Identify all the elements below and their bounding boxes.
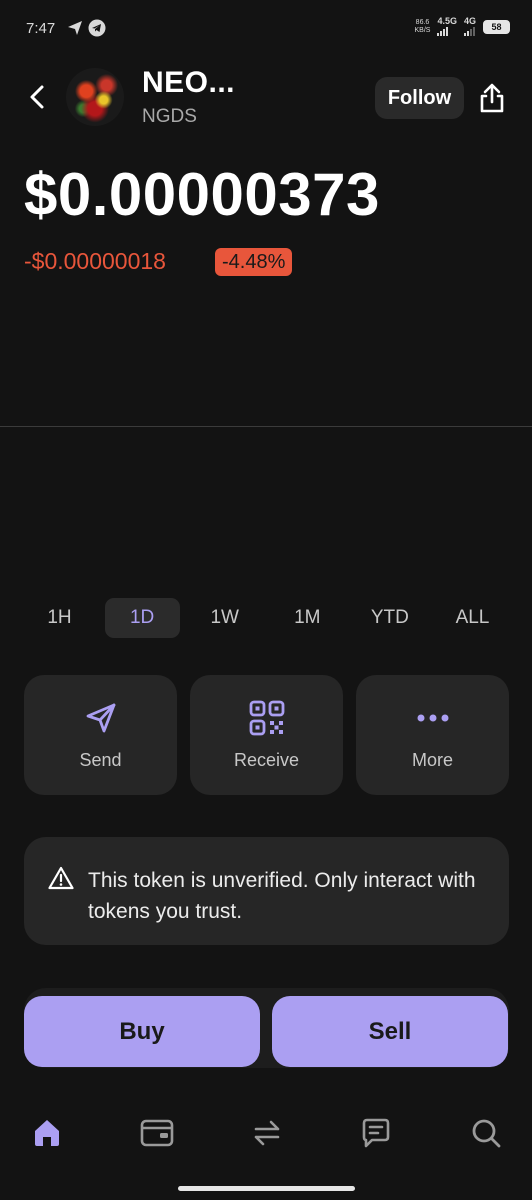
battery-icon: 58 [483,19,510,34]
telegram-icon [88,19,106,37]
send-button[interactable]: Send [24,675,177,795]
follow-button[interactable]: Follow [375,77,464,119]
warning-icon [48,866,74,890]
token-avatar [66,68,124,126]
more-dots-icon [415,700,451,736]
chat-icon [362,1118,390,1148]
send-icon [83,700,119,736]
tab-ytd[interactable]: YTD [352,598,427,638]
tab-all[interactable]: ALL [435,598,510,638]
tab-1w[interactable]: 1W [187,598,262,638]
swap-icon [254,1120,279,1146]
signal-icon [463,26,476,36]
sell-button[interactable]: Sell [272,996,508,1067]
network-1: 4.5G [437,17,457,36]
location-arrow-icon [68,21,82,35]
price-change: -$0.00000018 [24,248,166,274]
buy-button[interactable]: Buy [24,996,260,1067]
nav-swap[interactable] [244,1110,290,1156]
unverified-token-warning: This token is unverified. Only interact … [24,837,509,945]
action-buttons: Send Receive More [24,675,509,795]
signal-icon [437,26,457,36]
tab-1h[interactable]: 1H [22,598,97,638]
time-range-tabs: 1H 1D 1W 1M YTD ALL [22,598,510,640]
token-price: $0.00000373 [24,161,380,228]
bottom-nav [24,1110,509,1156]
qr-code-icon [249,700,285,736]
receive-button[interactable]: Receive [190,675,343,795]
wallet-icon [140,1119,174,1147]
status-indicators: 86.6 KB/S 4.5G 4G 58 [415,17,510,36]
share-button[interactable] [476,80,508,116]
tab-1m[interactable]: 1M [270,598,345,638]
token-name: NEO... [142,66,236,99]
warning-text: This token is unverified. Only interact … [88,869,476,923]
back-button[interactable] [22,80,52,114]
search-icon [472,1119,501,1148]
nav-wallet[interactable] [134,1110,180,1156]
network-2: 4G [463,17,476,36]
token-symbol: NGDS [142,106,197,127]
more-button[interactable]: More [356,675,509,795]
network-speed: 86.6 KB/S [414,18,431,34]
share-icon [480,83,504,113]
nav-search[interactable] [463,1110,509,1156]
home-indicator [178,1186,355,1191]
nav-home[interactable] [24,1110,70,1156]
nav-chat[interactable] [353,1110,399,1156]
chevron-left-icon [30,85,44,109]
status-time: 7:47 [26,20,56,37]
chart-baseline [0,426,532,427]
home-icon [35,1120,59,1146]
price-change-percent-badge: -4.48% [215,248,293,276]
more-label: More [411,749,453,770]
tab-1d[interactable]: 1D [104,598,180,638]
send-label: Send [79,749,122,770]
receive-label: Receive [233,749,300,770]
